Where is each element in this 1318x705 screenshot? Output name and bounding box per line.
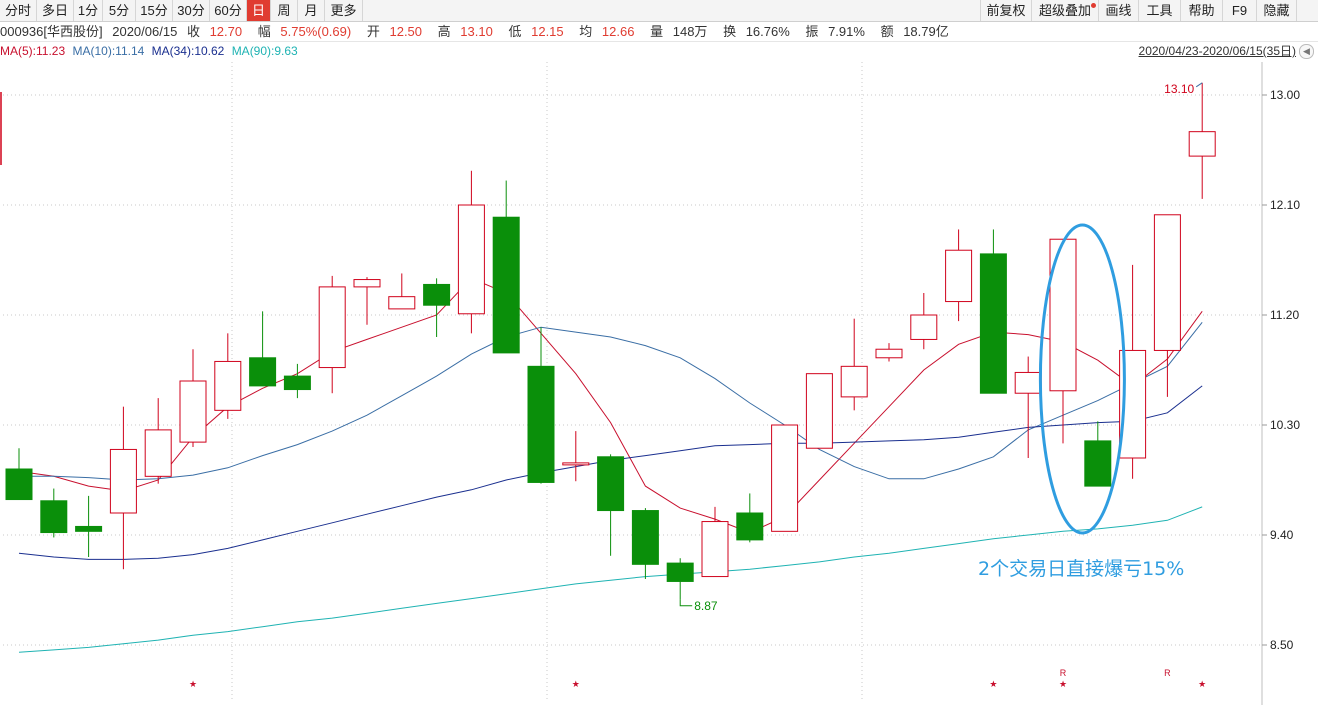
candle-body <box>1153 214 1181 351</box>
candle-body <box>771 424 799 532</box>
candle-6 <box>214 333 242 419</box>
candle-body <box>75 525 103 532</box>
candle-21 <box>736 493 764 543</box>
candle-body <box>40 500 68 534</box>
candle-26 <box>910 293 938 350</box>
y-tick-label: 8.50 <box>1270 638 1294 652</box>
candle-15 <box>527 327 555 484</box>
candle-10 <box>353 277 381 325</box>
candle-body <box>1084 440 1112 487</box>
candle-27 <box>945 229 973 322</box>
candle-body <box>945 249 973 303</box>
candle-body <box>5 468 33 501</box>
candle-body <box>875 348 903 359</box>
low-price-label: 8.87 <box>694 599 718 613</box>
candle-body <box>109 448 137 514</box>
candle-7 <box>249 311 277 387</box>
candle-body <box>144 429 172 477</box>
candle-31 <box>1084 421 1112 487</box>
candle-23 <box>805 373 833 449</box>
signal-tag-r: R <box>1164 668 1171 678</box>
candle-body <box>736 512 764 541</box>
candle-body <box>666 562 694 582</box>
candle-25 <box>875 343 903 362</box>
signal-star-marker: ★ <box>1198 680 1206 690</box>
candle-9 <box>318 275 346 394</box>
candle-2 <box>75 495 103 557</box>
candle-20 <box>701 506 729 578</box>
y-tick-label: 12.10 <box>1270 198 1300 212</box>
candle-body <box>1188 131 1216 157</box>
candle-33 <box>1153 214 1181 397</box>
signal-star-marker: ★ <box>189 680 197 690</box>
candle-body <box>492 216 520 354</box>
candle-16 <box>562 431 590 482</box>
candle-body <box>179 380 207 443</box>
candle-19 <box>666 558 694 600</box>
candle-29 <box>1014 356 1042 458</box>
candle-11 <box>388 273 416 310</box>
candle-body <box>318 286 346 369</box>
high-pointer <box>1195 82 1203 88</box>
candle-body <box>805 373 833 449</box>
signal-star-marker: ★ <box>1059 680 1067 690</box>
candle-22 <box>771 424 799 532</box>
candle-body <box>214 360 242 411</box>
signal-star-marker: ★ <box>572 680 580 690</box>
high-price-label: 13.10 <box>1164 82 1194 96</box>
candle-18 <box>631 508 659 579</box>
candle-body <box>910 314 938 340</box>
candle-body <box>701 521 729 578</box>
candle-4 <box>144 398 172 484</box>
candle-body <box>1014 371 1042 394</box>
candle-body <box>457 204 485 315</box>
candle-3 <box>109 406 137 570</box>
low-pointer <box>679 599 693 607</box>
candle-body <box>631 510 659 565</box>
candle-body <box>423 283 451 306</box>
candlestick-chart[interactable]: 13.00 12.10 11.20 10.30 9.40 8.50 13.10 8.87 2个交… <box>0 0 1318 705</box>
y-tick-label: 13.00 <box>1270 88 1300 102</box>
candle-body <box>527 365 555 483</box>
candle-17 <box>597 454 625 556</box>
y-tick-label: 9.40 <box>1270 528 1294 542</box>
candle-body <box>283 375 311 391</box>
candle-body <box>562 462 590 466</box>
candle-body <box>597 456 625 512</box>
candle-8 <box>283 363 311 399</box>
candle-34 <box>1188 82 1216 199</box>
candle-0 <box>5 448 33 501</box>
candle-12 <box>423 278 451 337</box>
candle-13 <box>457 170 485 334</box>
signal-star-marker: ★ <box>989 680 997 690</box>
annotation-note: 2个交易日直接爆亏15% <box>978 558 1184 580</box>
candle-14 <box>492 180 520 354</box>
signal-tag-r: R <box>1060 668 1067 678</box>
candle-5 <box>179 349 207 447</box>
candle-body <box>353 279 381 288</box>
candle-28 <box>979 229 1007 394</box>
candle-1 <box>40 488 68 538</box>
y-tick-label: 11.20 <box>1270 308 1299 322</box>
candle-body <box>979 253 1007 394</box>
candle-body <box>249 357 277 387</box>
y-tick-label: 10.30 <box>1270 418 1300 432</box>
candle-24 <box>840 318 868 411</box>
candle-body <box>840 365 868 398</box>
candle-body <box>388 296 416 310</box>
